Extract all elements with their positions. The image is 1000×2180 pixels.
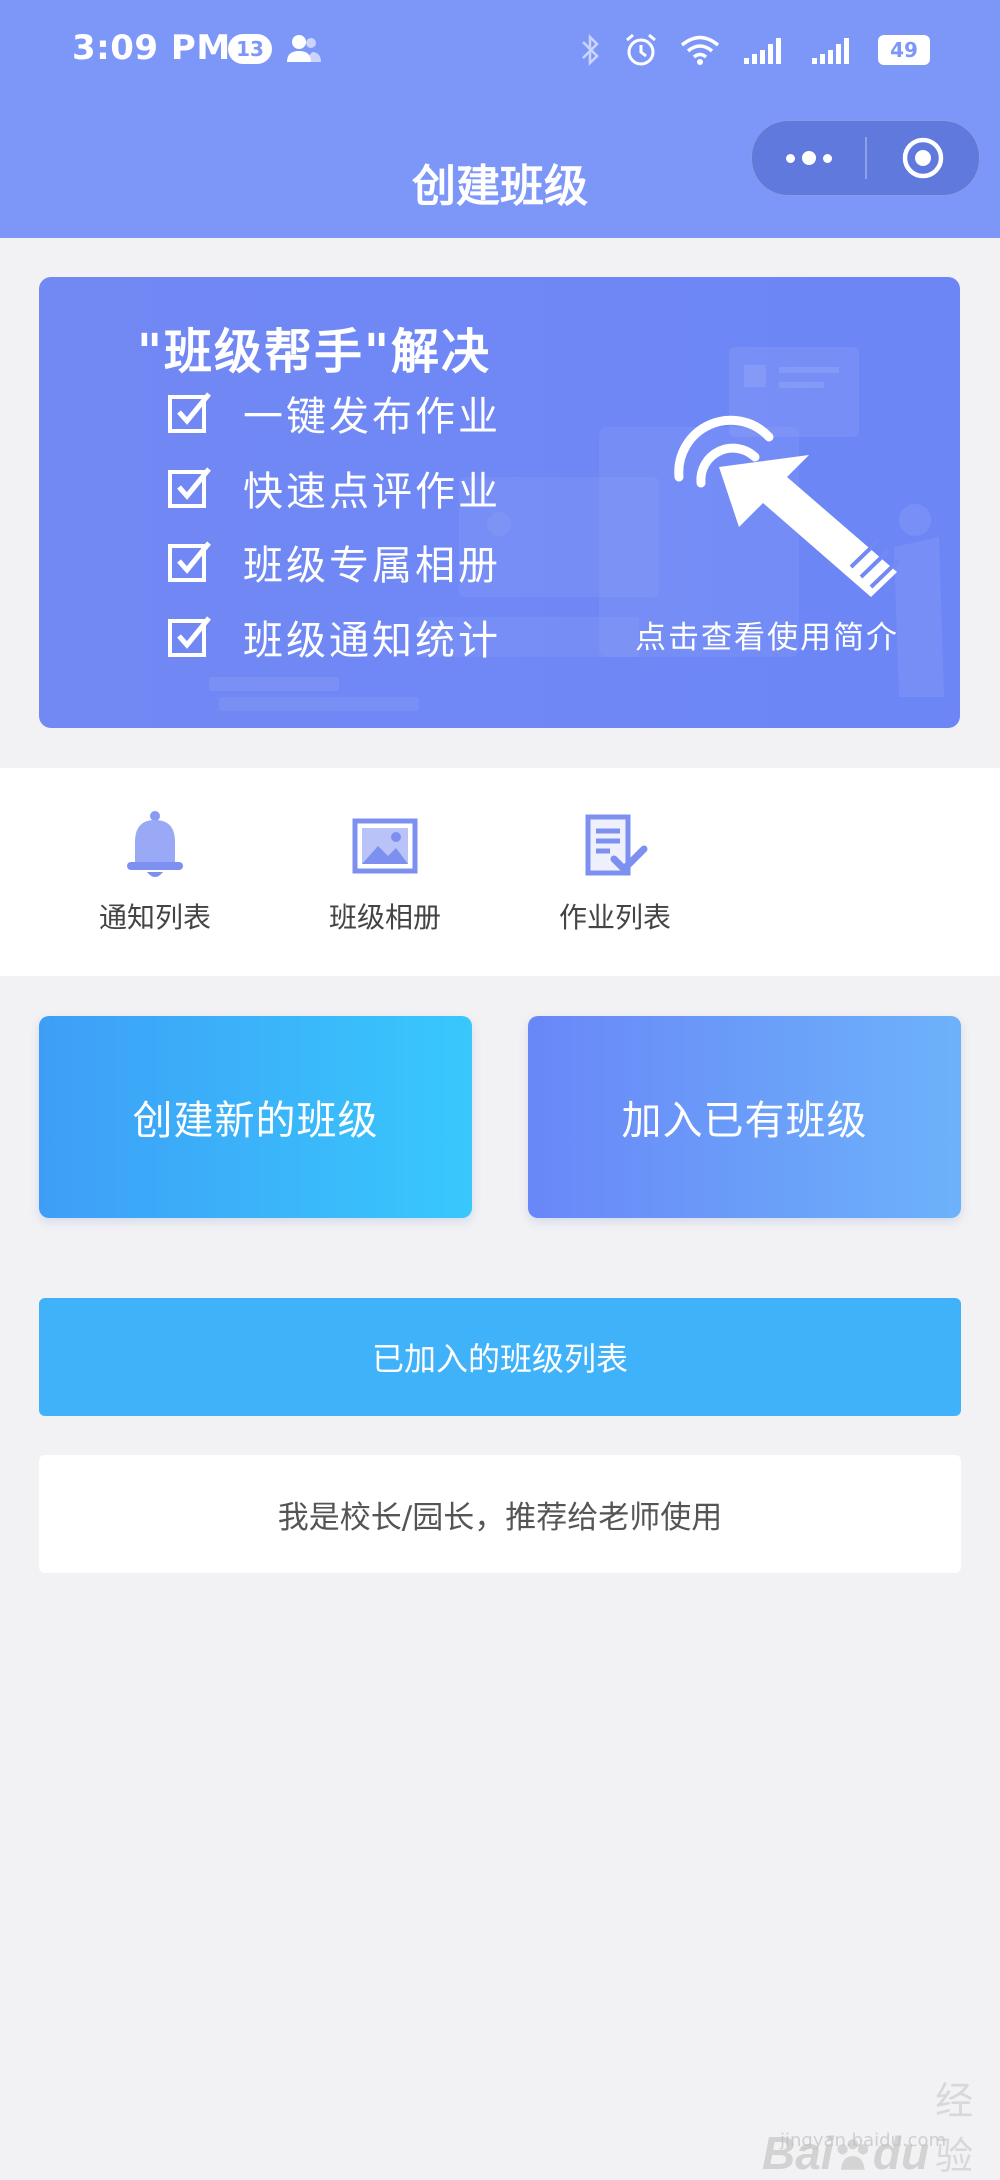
banner-feature-label: 班级通知统计 [243, 618, 501, 664]
create-class-button[interactable]: 创建新的班级 [39, 1016, 472, 1218]
signal-2-icon [812, 38, 849, 64]
checkbox-icon [168, 467, 211, 508]
homework-list-icon [585, 814, 648, 876]
shortcut-notice-list[interactable]: 通知列表 [70, 808, 240, 936]
header-bar: 3:09 PM 13 49 创建班级 [0, 0, 1000, 238]
shortcut-label: 通知列表 [98, 901, 211, 934]
banner-feature: 班级专属相册 [167, 533, 501, 591]
mini-program-capsule [751, 120, 980, 196]
shortcut-class-album[interactable]: 班级相册 [300, 808, 470, 936]
banner-feature-label: 快速点评作业 [243, 469, 501, 515]
more-icon[interactable] [752, 121, 865, 195]
battery-icon: 49 [878, 35, 930, 65]
banner-heading: "班级帮手"解决 [137, 324, 492, 380]
pointer-cursor-icon [674, 415, 901, 597]
checkbox-icon [168, 392, 211, 433]
joined-classes-button[interactable]: 已加入的班级列表 [39, 1298, 961, 1416]
checkbox-icon [168, 541, 211, 582]
watermark-url: jingyan.baidu.com [780, 2130, 947, 2151]
shortcut-label: 班级相册 [328, 901, 441, 934]
status-time: 3:09 PM [72, 28, 231, 68]
recommend-to-teachers-button[interactable]: 我是校长/园长，推荐给老师使用 [39, 1455, 961, 1573]
intro-banner[interactable]: "班级帮手"解决 一键发布作业 快速点评作业 班级专属相册 班级通知统计 点击查… [39, 277, 960, 728]
signal-icon [744, 38, 781, 64]
banner-feature-label: 班级专属相册 [243, 543, 501, 589]
notification-badge: 13 [228, 34, 272, 64]
status-bar: 3:09 PM 13 49 [0, 0, 1000, 100]
banner-cta: 点击查看使用简介 [635, 620, 899, 656]
banner-feature: 一键发布作业 [167, 384, 501, 442]
banner-feature: 班级通知统计 [167, 608, 501, 666]
close-target-icon[interactable] [867, 121, 979, 195]
banner-feature-label: 一键发布作业 [243, 394, 501, 440]
wifi-icon [680, 35, 720, 65]
person-icon [287, 35, 321, 62]
shortcut-label: 作业列表 [558, 901, 671, 934]
shortcut-bar: 通知列表 班级相册 作业列表 [0, 768, 1000, 976]
baidu-watermark: Bai du 经验 [762, 2070, 1000, 2180]
shortcut-homework-list[interactable]: 作业列表 [530, 808, 700, 936]
bluetooth-icon [582, 33, 599, 67]
join-class-button[interactable]: 加入已有班级 [528, 1016, 961, 1218]
bell-icon [127, 811, 183, 877]
banner-feature: 快速点评作业 [167, 459, 501, 517]
alarm-icon [626, 33, 656, 66]
checkbox-icon [168, 616, 211, 657]
watermark-sub: 经验 [935, 2079, 974, 2178]
photo-icon [352, 818, 418, 874]
